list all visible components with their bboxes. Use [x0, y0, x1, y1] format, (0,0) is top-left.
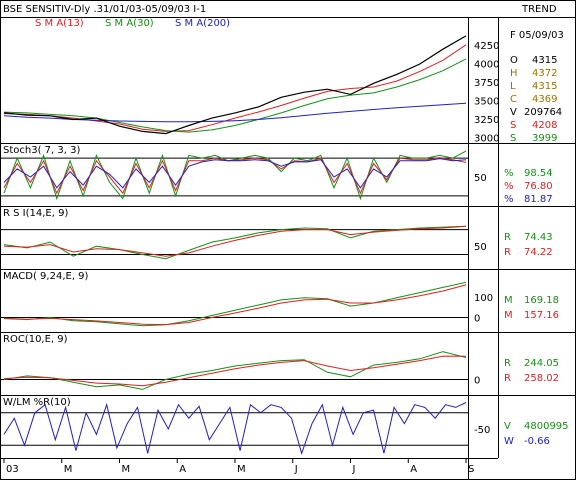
readout-key: R: [504, 373, 511, 384]
readout-value: 98.54: [524, 168, 553, 179]
info-key-open: O: [510, 55, 518, 66]
readout-value: -0.66: [524, 436, 550, 447]
readout-key: M: [504, 295, 513, 306]
x-tick-label: A: [410, 464, 417, 475]
info-key-low: L: [510, 81, 516, 92]
technical-chart: BSE SENSITIV-Dly .31/01/03-05/09/03 I-1 …: [0, 0, 576, 480]
x-tick-label: S: [468, 464, 474, 475]
readout-value: 74.43: [524, 232, 553, 243]
x-tick-label: M: [237, 464, 246, 475]
y-tick-label: 3500: [474, 96, 499, 107]
info-value-sma13: 4208: [532, 120, 557, 131]
y-tick-label: 4250: [474, 41, 499, 52]
panel-title-macd: MACD( 9,24,E, 9): [3, 271, 89, 282]
readout-value: 244.05: [524, 358, 559, 369]
y-tick-label: 100: [474, 293, 493, 304]
readout-key: %: [504, 168, 514, 179]
readout-value: 76.80: [524, 181, 553, 192]
info-key-close: C: [510, 94, 517, 105]
readout-key: M: [504, 310, 513, 321]
readout-key: V: [504, 421, 511, 432]
x-tick-label: A: [179, 464, 186, 475]
y-tick-label: 3750: [474, 78, 499, 89]
readout-value: 4800995: [524, 421, 569, 432]
info-value-close: 4369: [532, 94, 557, 105]
readout-value: 157.16: [524, 310, 559, 321]
y-tick-label: -50: [474, 425, 490, 436]
panel-title-rsi: R S I(14,E, 9): [3, 208, 68, 219]
info-value-sma30: 3999: [532, 133, 557, 144]
x-tick-label: M: [64, 464, 73, 475]
info-key-sma30: S: [510, 133, 516, 144]
info-value-open: 4315: [532, 55, 557, 66]
y-tick-label: 0: [474, 376, 480, 387]
x-tick-label: 03: [6, 464, 19, 475]
legend-sma30: S M A(30): [105, 18, 154, 29]
readout-key: %: [504, 194, 514, 205]
info-key-high: H: [510, 68, 518, 79]
panel-title-stoch: Stoch3( 7, 3, 3): [3, 145, 80, 156]
x-tick-label: M: [122, 464, 131, 475]
y-tick-label: 50: [474, 242, 487, 253]
x-tick-label: J: [294, 464, 298, 475]
info-date: F 05/09/03: [510, 30, 564, 41]
chart-frame: [0, 0, 576, 480]
readout-value: 74.22: [524, 247, 553, 258]
readout-value: 81.87: [524, 194, 553, 205]
y-tick-label: 50: [474, 173, 487, 184]
info-value-low: 4315: [532, 81, 557, 92]
readout-value: 169.18: [524, 295, 559, 306]
y-tick-label: 4000: [474, 59, 499, 70]
readout-value: 258.02: [524, 373, 559, 384]
readout-key: %: [504, 181, 514, 192]
panel-title-roc: ROC(10,E, 9): [3, 334, 68, 345]
trend-label: TREND: [521, 4, 557, 15]
y-tick-label: 3250: [474, 115, 499, 126]
readout-key: R: [504, 232, 511, 243]
x-tick-label: J: [352, 464, 356, 475]
y-tick-label: 3000: [474, 133, 499, 144]
legend-sma200: S M A(200): [175, 18, 230, 29]
info-value-volume: 209764: [524, 107, 562, 118]
panel-title-willr: W/LM %R(10): [3, 397, 71, 408]
y-tick-label: 0: [474, 314, 480, 325]
readout-key: R: [504, 358, 511, 369]
info-key-volume: V: [510, 107, 517, 118]
chart-title: BSE SENSITIV-Dly .31/01/03-05/09/03 I-1: [3, 4, 206, 15]
readout-key: R: [504, 247, 511, 258]
info-key-sma13: S: [510, 120, 516, 131]
legend-sma13: S M A(13): [35, 18, 84, 29]
readout-key: W: [504, 436, 514, 447]
info-value-high: 4372: [532, 68, 557, 79]
